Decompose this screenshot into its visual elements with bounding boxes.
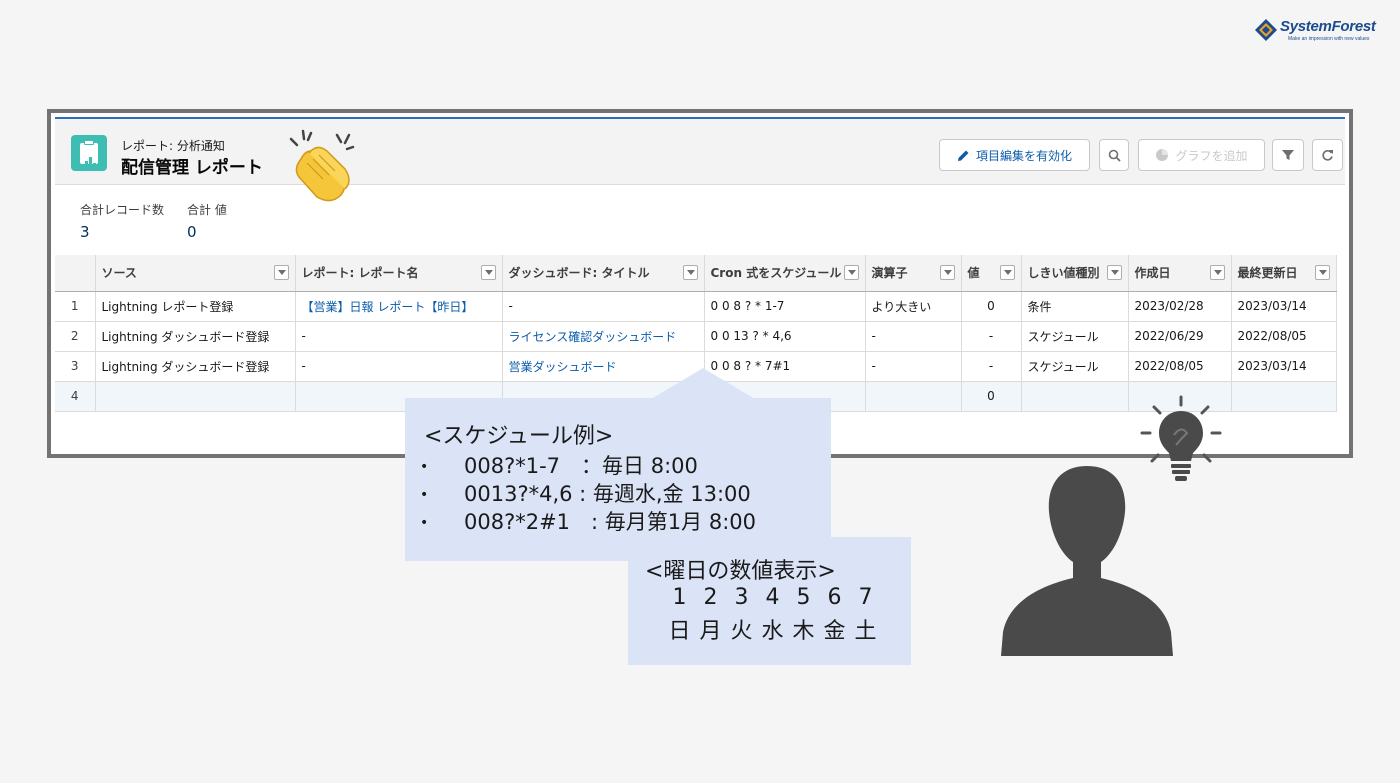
created-date-cell: 2022/06/29 [1128,321,1232,352]
column-header[interactable]: しきい値種別 [1021,255,1129,292]
search-button[interactable] [1099,139,1129,171]
logo-tagline: Make an impression with new values [1288,36,1370,42]
modified-date-cell: 2022/08/05 [1231,321,1337,352]
modified-date-cell: 2023/03/14 [1231,291,1337,322]
column-header[interactable]: 値 [961,255,1022,292]
weekday-names-row: 日月火水木金土 [668,619,877,644]
enable-field-edit-label: 項目編集を有効化 [975,148,1072,163]
lightbulb-icon [1140,395,1222,481]
created-date-cell: 2023/02/28 [1128,291,1232,322]
threshold-type-cell: スケジュール [1021,351,1129,382]
weekday-numbers-callout: <曜日の数値表示> 1234567 日月火水木金土 [628,537,911,665]
dashboard-title-link[interactable]: ライセンス確認ダッシュボード [502,321,705,352]
row-number: 4 [55,381,96,412]
column-header[interactable]: 演算子 [865,255,962,292]
add-chart-button[interactable]: グラフを追加 [1138,139,1265,171]
column-header[interactable]: 作成日 [1128,255,1232,292]
source-cell: Lightning ダッシュボード登録 [95,351,296,382]
value-cell: - [961,321,1022,352]
column-menu-icon[interactable] [999,265,1015,280]
logo-mark-icon [1255,19,1277,41]
column-menu-icon[interactable] [1106,265,1122,280]
weekday-numbers-row: 1234567 [672,585,873,610]
source-cell: Lightning レポート登録 [95,291,296,322]
cron-cell: 0 0 8 ? * 1-7 [704,291,866,322]
refresh-icon [1322,149,1333,161]
row-number-header [55,255,96,292]
column-menu-icon[interactable] [480,265,496,280]
column-header[interactable]: レポート: レポート名 [295,255,503,292]
column-header[interactable]: ダッシュボード: タイトル [502,255,705,292]
chart-icon [1156,149,1169,161]
table-row: 2 Lightning ダッシュボード登録 - ライセンス確認ダッシュボード 0… [55,321,1337,352]
total-value-value: 0 [187,223,197,241]
person-silhouette-icon [1001,466,1173,656]
operator-cell: - [865,321,962,352]
dashboard-title-cell: - [502,291,705,322]
filter-icon [1282,150,1294,160]
column-menu-icon[interactable] [273,265,289,280]
column-menu-icon[interactable] [1209,265,1225,280]
report-type-label: レポート: 分析通知 [121,139,225,153]
schedule-example-item: • 0013?*4,6 : 毎週水,金 13:00 [420,482,751,506]
operator-cell: より大きい [865,291,962,322]
source-cell: Lightning ダッシュボード登録 [95,321,296,352]
created-date-cell: 2022/08/05 [1128,351,1232,382]
column-menu-icon[interactable] [682,265,698,280]
threshold-type-cell: 条件 [1021,291,1129,322]
schedule-example-title: <スケジュール例> [424,424,614,449]
column-header[interactable]: Cron 式をスケジュール [704,255,866,292]
total-value-label: 合計 値 [187,203,227,217]
schedule-example-item: • 008?*2#1 : 毎月第1月 8:00 [420,510,756,534]
column-menu-icon[interactable] [1314,265,1330,280]
threshold-type-cell: スケジュール [1021,321,1129,352]
search-icon [1108,149,1121,162]
report-header: レポート: 分析通知 配信管理 レポート 項目編集を有効化 グラフを追加 [55,119,1345,202]
logo-name: SystemForest [1280,18,1376,35]
report-icon [71,135,107,171]
total-value-cell: 0 [961,381,1022,412]
value-cell: 0 [961,291,1022,322]
column-header[interactable]: ソース [95,255,296,292]
report-name-cell: - [295,351,503,382]
row-number: 3 [55,351,96,382]
value-cell: - [961,351,1022,382]
report-title: 配信管理 レポート [121,158,263,178]
clapping-hands-icon [289,129,355,202]
cron-cell: 0 0 13 ? * 4,6 [704,321,866,352]
row-number: 2 [55,321,96,352]
add-chart-label: グラフを追加 [1175,148,1248,163]
column-menu-icon[interactable] [843,265,859,280]
enable-field-edit-button[interactable]: 項目編集を有効化 [939,139,1090,171]
record-count-label: 合計レコード数 [80,203,165,217]
filter-button[interactable] [1272,139,1304,171]
column-menu-icon[interactable] [939,265,955,280]
weekday-numbers-title: <曜日の数値表示> [645,559,836,584]
callout-pointer [651,368,755,399]
report-name-cell: - [295,321,503,352]
row-number: 1 [55,291,96,322]
record-count-value: 3 [80,223,90,241]
table-row: 1 Lightning レポート登録 【営業】日報 レポート【昨日】 - 0 0… [55,291,1337,322]
report-name-link[interactable]: 【営業】日報 レポート【昨日】 [295,291,503,322]
column-header[interactable]: 最終更新日 [1231,255,1337,292]
modified-date-cell: 2023/03/14 [1231,351,1337,382]
schedule-example-item: • 008?*1-7 ：毎日 8:00 [420,454,698,478]
systemforest-logo: SystemForest Make an impression with new… [1254,14,1384,46]
refresh-button[interactable] [1312,139,1343,171]
operator-cell: - [865,351,962,382]
table-header-row: ソース レポート: レポート名 ダッシュボード: タイトル Cron 式をスケジ… [55,255,1337,292]
pencil-icon [957,150,969,161]
